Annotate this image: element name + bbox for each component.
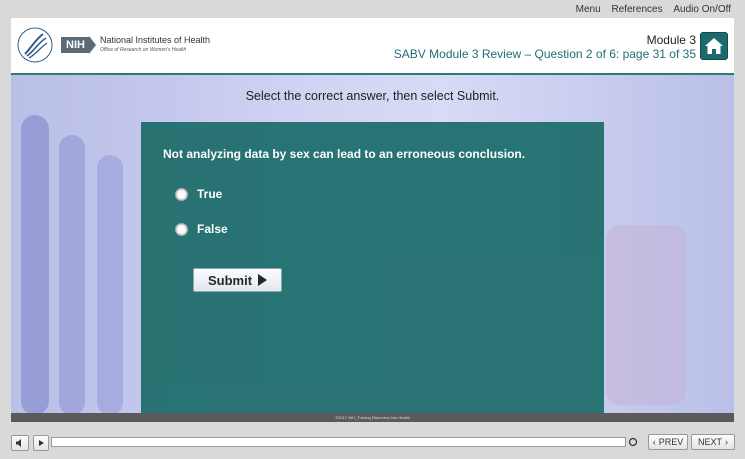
submit-label: Submit [207, 272, 253, 288]
play-icon [39, 440, 44, 446]
question-slide: Select the correct answer, then select S… [11, 75, 734, 413]
home-button[interactable] [700, 32, 728, 60]
radio-button[interactable] [175, 187, 188, 201]
background-test-tube [606, 225, 686, 405]
top-menu-bar: Menu References Audio On/Off [0, 0, 745, 18]
nih-office: Office of Research on Women's Health [99, 47, 187, 53]
option-true[interactable]: True [175, 187, 222, 201]
question-text: Not analyzing data by sex can lead to an… [163, 147, 526, 161]
play-arrow-icon [258, 274, 268, 286]
option-false[interactable]: False [175, 222, 228, 236]
submit-button[interactable]: Submit [193, 268, 282, 292]
replay-button[interactable] [627, 435, 639, 449]
home-icon [705, 38, 723, 54]
nih-name: National Institutes of Health [99, 35, 211, 45]
radio-button[interactable] [175, 222, 188, 236]
instruction-text: Select the correct answer, then select S… [245, 89, 500, 103]
question-panel: Not analyzing data by sex can lead to an… [141, 122, 604, 413]
volume-button[interactable] [11, 435, 29, 451]
background-test-tube [59, 135, 85, 413]
replay-icon [628, 437, 638, 447]
course-header: NIH National Institutes of Health Office… [11, 18, 734, 75]
next-label: NEXT [697, 437, 722, 447]
module-info: Module 3 SABV Module 3 Review – Question… [394, 33, 696, 61]
volume-icon [16, 439, 21, 447]
chevron-right-icon: › [725, 437, 728, 447]
progress-bar[interactable] [51, 437, 626, 447]
player-controls: ‹ PREV NEXT › [0, 426, 745, 459]
next-button[interactable]: NEXT › [691, 434, 735, 450]
prev-button[interactable]: ‹ PREV [648, 434, 688, 450]
hhs-logo-icon [17, 27, 53, 63]
nih-abbrev: NIH [61, 37, 89, 53]
nih-logo: NIH National Institutes of Health Office… [61, 35, 210, 55]
nih-arrow-shape [88, 36, 96, 54]
prev-label: PREV [658, 437, 684, 447]
footer-copyright: ©2017 NIH_Turning Discovery Into Health [11, 413, 734, 422]
background-test-tube [21, 115, 49, 413]
background-test-tube [97, 155, 123, 413]
option-label: True [197, 187, 223, 201]
module-subtitle: SABV Module 3 Review – Question 2 of 6: … [393, 47, 696, 61]
option-label: False [197, 222, 228, 236]
play-button[interactable] [33, 435, 49, 451]
course-frame: NIH National Institutes of Health Office… [11, 18, 734, 422]
audio-toggle-link[interactable]: Audio On/Off [673, 4, 731, 15]
module-title: Module 3 [646, 33, 696, 47]
menu-link[interactable]: Menu [576, 4, 601, 15]
references-link[interactable]: References [611, 4, 662, 15]
chevron-left-icon: ‹ [652, 437, 656, 447]
